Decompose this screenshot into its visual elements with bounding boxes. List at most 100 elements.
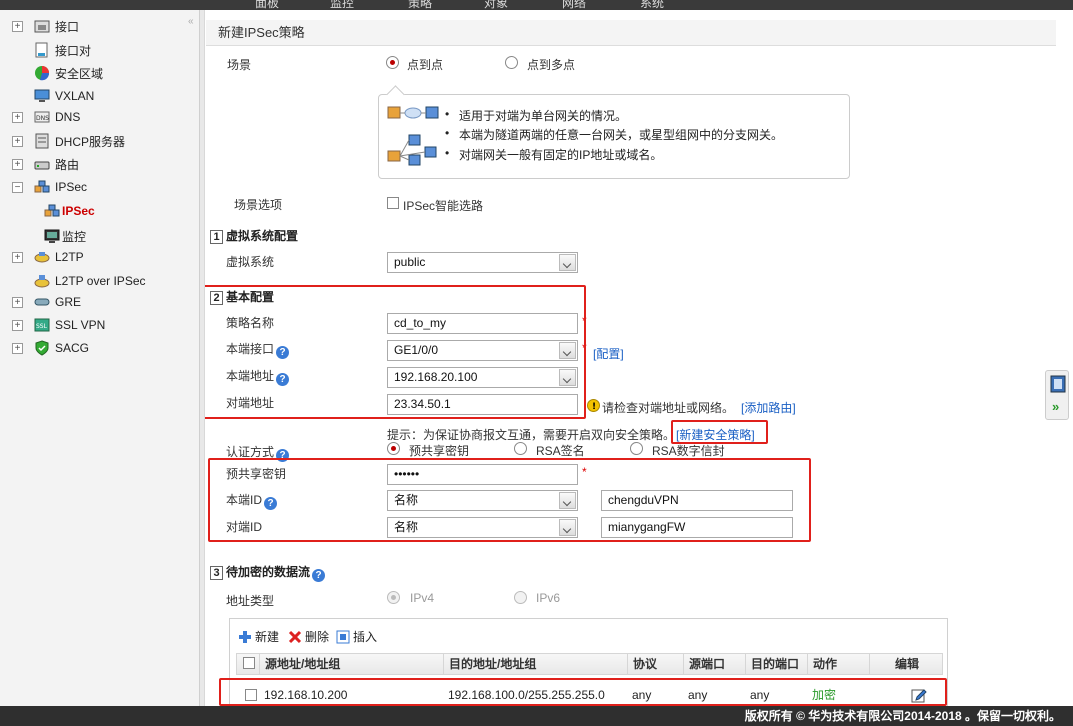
col-dst: 目的地址/地址组 — [443, 654, 627, 674]
tab-network[interactable]: 网络 — [562, 0, 586, 10]
scenario-bullet-1: 适用于对端为单台网关的情况。 — [445, 107, 627, 124]
scenario-p2mp-label: 点到多点 — [527, 58, 576, 72]
pie-chart-icon — [34, 65, 50, 81]
ipv4-radio[interactable] — [387, 591, 400, 604]
delete-button[interactable]: 删除 — [288, 628, 329, 645]
col-proto: 协议 — [627, 654, 683, 674]
ipv6-radio[interactable] — [514, 591, 527, 604]
address-type-label: 地址类型 — [226, 594, 275, 608]
expand-icon[interactable]: + — [12, 342, 23, 354]
ipsec-icon — [44, 203, 60, 219]
svg-text:!: ! — [592, 402, 596, 412]
sidebar-item-sacg[interactable]: + SACG — [12, 338, 89, 358]
expand-icon[interactable]: + — [12, 20, 23, 32]
sidebar-item-interface-pair[interactable]: 接口对 — [12, 40, 91, 60]
auth-rsa-envelope-radio[interactable] — [630, 442, 643, 455]
monitor-icon — [44, 228, 60, 244]
add-route-link[interactable]: [添加路由] — [741, 399, 796, 416]
top-nav: 面板 监控 策略 对象 网络 系统 — [0, 0, 1073, 10]
expand-icon[interactable]: + — [12, 111, 23, 123]
expand-icon[interactable]: + — [12, 135, 23, 147]
delete-icon — [288, 630, 302, 643]
chevron-down-icon[interactable] — [559, 254, 576, 271]
sidebar-item-ipsec[interactable]: IPSec — [44, 201, 95, 221]
ipsec-icon — [34, 179, 50, 195]
vsys-select[interactable]: public — [387, 252, 578, 273]
footer: 版权所有 © 华为技术有限公司2014-2018 。保留一切权利。 — [0, 706, 1073, 726]
peer-address-warning: 请检查对端地址或网络。 — [602, 401, 735, 415]
scenario-label: 场景 — [227, 58, 252, 72]
auth-psk-label: 预共享密钥 — [409, 444, 470, 458]
scenario-p2mp-radio[interactable] — [505, 56, 518, 69]
scenario-bullet-3: 对端网关一般有固定的IP地址或域名。 — [445, 146, 662, 163]
expand-icon[interactable]: + — [12, 319, 23, 331]
highlight-new-policy-link — [671, 420, 768, 444]
auth-psk-radio[interactable] — [387, 442, 400, 455]
sidebar-item-l2tp-over-ipsec[interactable]: L2TP over IPSec — [12, 271, 146, 291]
sidebar: « + 接口 接口对 安全区域 VXLAN + DNS DNS + DHCP服务… — [0, 10, 200, 706]
col-dport: 目的端口 — [745, 654, 807, 674]
col-action: 动作 — [807, 654, 869, 674]
expand-icon[interactable]: + — [12, 251, 23, 263]
dns-icon: DNS — [34, 109, 50, 125]
sidebar-item-l2tp[interactable]: + L2TP — [12, 247, 84, 267]
expand-right-icon[interactable]: » — [1052, 399, 1059, 414]
help-icon[interactable]: ? — [312, 569, 326, 582]
collapse-sidebar-icon[interactable]: « — [188, 16, 194, 27]
sidebar-item-monitor[interactable]: 监控 — [44, 226, 86, 246]
l2tp-icon — [34, 249, 50, 265]
sidebar-item-dns[interactable]: + DNS DNS — [12, 107, 80, 127]
table-header: 源地址/地址组 目的地址/地址组 协议 源端口 目的端口 动作 编辑 — [236, 653, 943, 675]
side-toolbar[interactable]: » — [1045, 370, 1069, 420]
sidebar-item-ssl-vpn[interactable]: + SSL SSL VPN — [12, 315, 105, 335]
tab-object[interactable]: 对象 — [484, 0, 508, 10]
shield-icon — [34, 340, 50, 356]
expand-icon[interactable]: + — [12, 158, 23, 170]
scenario-options-label: 场景选项 — [234, 198, 283, 212]
new-button[interactable]: 新建 — [238, 628, 279, 645]
l2tp-over-ipsec-icon — [34, 273, 50, 289]
table-toolbar: 新建 删除 插入 — [230, 619, 947, 651]
highlight-basic-config — [205, 285, 586, 419]
sidebar-item-interface[interactable]: + 接口 — [12, 16, 79, 36]
svg-text:SSL: SSL — [36, 323, 48, 330]
ipv4-label: IPv4 — [410, 591, 435, 605]
expand-icon[interactable]: + — [12, 296, 23, 308]
sidebar-item-ipsec-group[interactable]: − IPSec — [12, 177, 87, 197]
tab-system[interactable]: 系统 — [640, 0, 664, 10]
interface-pair-icon — [34, 42, 50, 58]
col-edit: 编辑 — [869, 654, 944, 674]
main-panel: 新建IPSec策略 场景 点到点 点到多点 适用于对端为单台网关的情况。 本端为… — [204, 10, 1073, 706]
dhcp-server-icon — [34, 133, 50, 149]
scenario-bullet-2: 本端为隧道两端的任意一台网关，或星型组网中的分支网关。 — [445, 126, 783, 143]
auth-rsa-envelope-label: RSA数字信封 — [652, 444, 725, 458]
section-vsys-title: 1 虚拟系统配置 — [210, 227, 298, 244]
sidebar-item-dhcp[interactable]: + DHCP服务器 — [12, 131, 125, 151]
gre-icon — [34, 294, 50, 310]
tab-dashboard[interactable]: 面板 — [255, 0, 279, 10]
ipv6-label: IPv6 — [536, 591, 561, 605]
auth-rsa-sign-radio[interactable] — [514, 442, 527, 455]
scenario-p2p-radio[interactable] — [386, 56, 399, 69]
vsys-label: 虚拟系统 — [226, 255, 275, 269]
tab-monitor[interactable]: 监控 — [330, 0, 354, 10]
ssl-vpn-icon: SSL — [34, 317, 50, 333]
highlight-flow-row — [219, 678, 947, 706]
configure-interface-link[interactable]: [配置] — [593, 345, 624, 362]
book-icon[interactable] — [1050, 375, 1066, 396]
sidebar-item-gre[interactable]: + GRE — [12, 292, 81, 312]
sidebar-item-route[interactable]: + 路由 — [12, 154, 79, 174]
sidebar-item-security-zone[interactable]: 安全区域 — [12, 63, 103, 83]
plus-icon — [239, 630, 251, 643]
sidebar-item-vxlan[interactable]: VXLAN — [12, 86, 94, 106]
p2p-topology-icon — [387, 105, 439, 124]
router-icon — [34, 156, 50, 172]
p2mp-topology-icon — [387, 133, 439, 170]
insert-button[interactable]: 插入 — [336, 628, 377, 645]
tab-policy[interactable]: 策略 — [408, 0, 432, 10]
ipsec-smart-route-checkbox[interactable] — [387, 197, 399, 209]
auth-rsa-sign-label: RSA签名 — [536, 444, 585, 458]
collapse-icon[interactable]: − — [12, 181, 23, 193]
select-all-checkbox[interactable] — [243, 657, 255, 669]
col-sport: 源端口 — [683, 654, 745, 674]
